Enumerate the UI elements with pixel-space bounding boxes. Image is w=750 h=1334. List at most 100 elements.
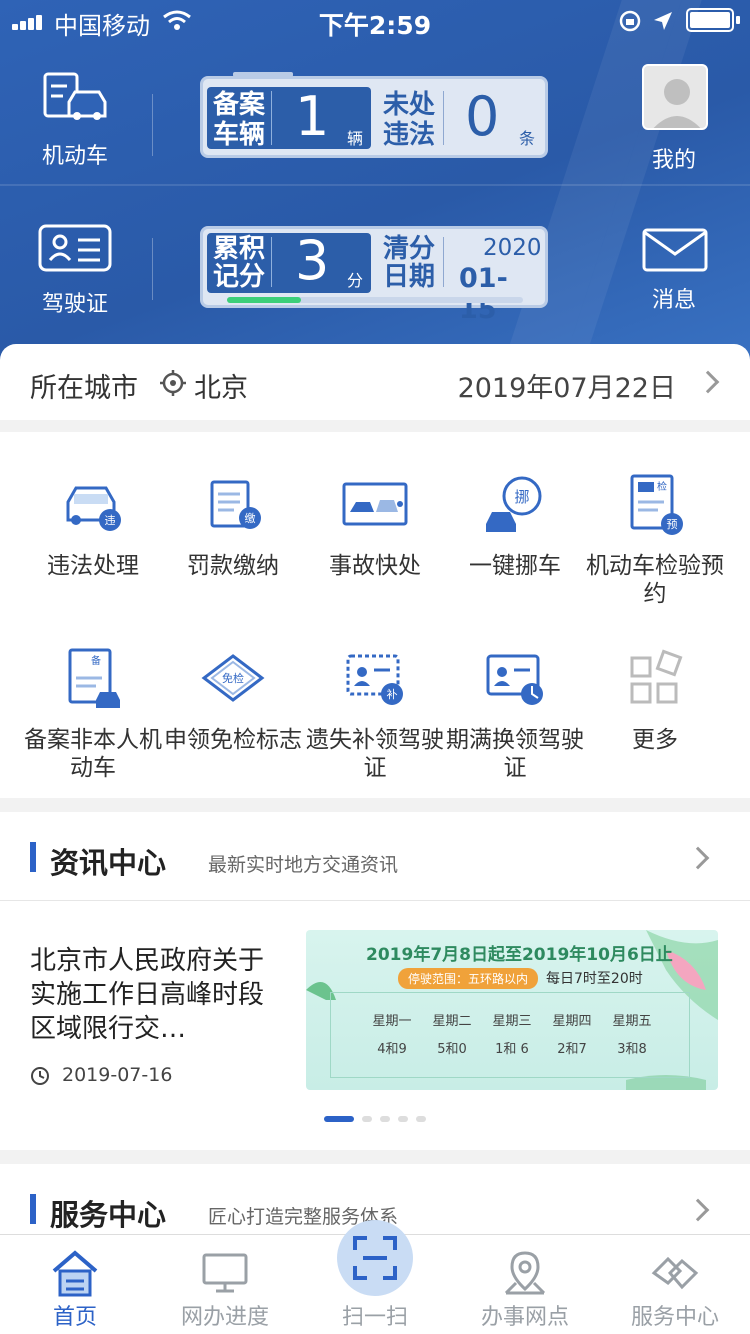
reissue-license-icon: 补 xyxy=(346,654,403,705)
service-label: 申领免检标志 xyxy=(164,727,302,753)
service-center-chevron-icon[interactable] xyxy=(686,1198,710,1222)
violation-count: 0 xyxy=(465,85,500,148)
svg-text:免检: 免检 xyxy=(222,671,244,685)
location-pin-icon xyxy=(504,1251,546,1295)
exempt-badge-icon: 免检 xyxy=(201,654,265,702)
points-label-1: 累积 xyxy=(213,234,266,264)
news-section: 资讯中心 最新实时地方交通资讯 北京市人民政府关于实施工作日高峰时段区域限行交…… xyxy=(0,812,750,1150)
news-date: 2019-07-16 xyxy=(62,1064,173,1086)
service-label: 遗失补领驾驶证 xyxy=(306,727,444,781)
service-inspection[interactable]: 检预 机动车检验预约 xyxy=(580,472,730,608)
banner-tag: 停驶范围：五环路以内 xyxy=(398,968,539,989)
city-bar[interactable]: 所在城市 北京 2019年07月22日 xyxy=(0,344,750,420)
profile-label: 我的 xyxy=(652,148,697,173)
news-headline[interactable]: 北京市人民政府关于实施工作日高峰时段区域限行交… xyxy=(30,944,270,1046)
move-car-icon: 挪 xyxy=(486,476,542,532)
chevron-right-icon[interactable] xyxy=(696,370,720,394)
registered-unit: 辆 xyxy=(347,129,364,148)
vehicle-summary-card[interactable]: 备案 车辆 1 辆 未处 违法 0 条 xyxy=(200,72,548,158)
clear-date: 01-15 xyxy=(459,263,508,325)
banner-plate: 4和9 xyxy=(377,1042,407,1057)
tab-home[interactable]: 首页 xyxy=(0,1235,150,1334)
points-progress-fill xyxy=(227,297,301,303)
news-more-chevron-icon[interactable] xyxy=(686,846,710,870)
service-label: 违法处理 xyxy=(47,553,139,579)
more-grid-icon xyxy=(630,649,683,704)
service-register-vehicle[interactable]: 备 备案非本人机动车 xyxy=(18,646,168,782)
svg-text:预: 预 xyxy=(667,518,678,531)
services-grid: 违 违法处理 缴 罚款缴纳 事故快处 挪 一键挪车 检预 机动车检验预约 备 备… xyxy=(0,432,750,798)
svg-text:挪: 挪 xyxy=(514,488,529,506)
tab-locations[interactable]: 办事网点 xyxy=(450,1235,600,1334)
renew-license-icon xyxy=(486,654,543,705)
message-label: 消息 xyxy=(652,288,697,313)
points-value: 3 xyxy=(295,229,330,292)
points-unit: 分 xyxy=(347,271,364,290)
scan-button[interactable] xyxy=(337,1220,413,1296)
banner-day: 星期二 xyxy=(432,1014,472,1029)
handshake-icon xyxy=(651,1256,699,1290)
person-silhouette-icon xyxy=(653,79,701,128)
city-label: 所在城市 xyxy=(30,373,138,404)
tab-label: 首页 xyxy=(52,1305,97,1330)
clear-label-1: 清分 xyxy=(383,234,436,264)
home-icon xyxy=(52,1250,98,1297)
violation-label-2: 违法 xyxy=(383,120,436,150)
svg-text:缴: 缴 xyxy=(245,511,256,525)
clock-icon xyxy=(31,1067,49,1085)
avatar xyxy=(642,64,708,130)
vehicle-doc-icon xyxy=(43,72,107,120)
points-progress-bar xyxy=(227,297,523,303)
clear-year: 2020 xyxy=(483,235,542,261)
rotation-lock-icon xyxy=(619,10,641,32)
tab-service-center[interactable]: 服务中心 xyxy=(600,1235,750,1334)
clear-label-2: 日期 xyxy=(383,262,436,292)
service-label: 机动车检验预约 xyxy=(586,553,724,607)
vehicle-button[interactable]: 机动车 xyxy=(20,70,130,170)
tab-label: 办事网点 xyxy=(480,1305,569,1330)
accident-icon xyxy=(342,482,408,526)
service-accident[interactable]: 事故快处 xyxy=(300,472,450,580)
license-button[interactable]: 驾驶证 xyxy=(20,222,130,318)
service-center-title: 服务中心 xyxy=(50,1198,167,1232)
banner-day: 星期三 xyxy=(492,1014,532,1029)
service-label: 事故快处 xyxy=(329,553,421,579)
app-screen: 中国移动 下午2:59 机动车 驾驶证 备案 车辆 1 辆 未处 违法 0 条 … xyxy=(0,0,750,1334)
service-label: 更多 xyxy=(632,727,678,753)
scan-icon xyxy=(353,1236,397,1280)
service-label: 备案非本人机动车 xyxy=(24,727,162,781)
tab-label: 扫一扫 xyxy=(341,1305,408,1330)
service-move-car[interactable]: 挪 一键挪车 xyxy=(440,472,590,580)
current-date: 2019年07月22日 xyxy=(457,373,676,404)
svg-text:备: 备 xyxy=(91,654,101,667)
service-label: 一键挪车 xyxy=(469,553,561,579)
svg-text:补: 补 xyxy=(387,688,398,701)
service-exempt-badge[interactable]: 免检 申领免检标志 xyxy=(158,646,308,754)
violation-label-1: 未处 xyxy=(383,90,436,120)
service-fine[interactable]: 缴 罚款缴纳 xyxy=(158,472,308,580)
service-violation[interactable]: 违 违法处理 xyxy=(18,472,168,580)
banner-plate: 1和 6 xyxy=(495,1042,529,1057)
news-subtitle: 最新实时地方交通资讯 xyxy=(208,854,399,876)
points-summary-card[interactable]: 累积 记分 3 分 清分 日期 2020 01-15 xyxy=(200,226,548,325)
service-label: 期满换领驾驶证 xyxy=(446,727,584,781)
news-banner-image[interactable]: 2019年7月8日起至2019年10月6日止 停驶范围：五环路以内 每日7时至2… xyxy=(306,930,718,1090)
banner-title: 2019年7月8日起至2019年10月6日止 xyxy=(366,945,673,965)
location-arrow-icon xyxy=(654,12,672,30)
service-renew-license[interactable]: 期满换领驾驶证 xyxy=(440,646,590,782)
license-label: 驾驶证 xyxy=(41,292,108,317)
banner-plate: 2和7 xyxy=(557,1042,587,1057)
news-title: 资讯中心 xyxy=(50,846,167,880)
city-name[interactable]: 北京 xyxy=(194,366,248,405)
service-reissue-license[interactable]: 补 遗失补领驾驶证 xyxy=(300,646,450,782)
banner-plate: 5和0 xyxy=(437,1042,467,1057)
inspection-booking-icon: 检预 xyxy=(630,474,683,535)
violation-car-icon: 违 xyxy=(66,486,121,531)
registered-count: 1 xyxy=(295,85,330,148)
points-label-2: 记分 xyxy=(213,262,266,292)
violation-unit: 条 xyxy=(519,129,536,148)
service-more[interactable]: 更多 xyxy=(580,646,730,754)
target-location-icon xyxy=(160,370,186,396)
monitor-icon xyxy=(202,1253,248,1293)
tab-progress[interactable]: 网办进度 xyxy=(150,1235,300,1334)
